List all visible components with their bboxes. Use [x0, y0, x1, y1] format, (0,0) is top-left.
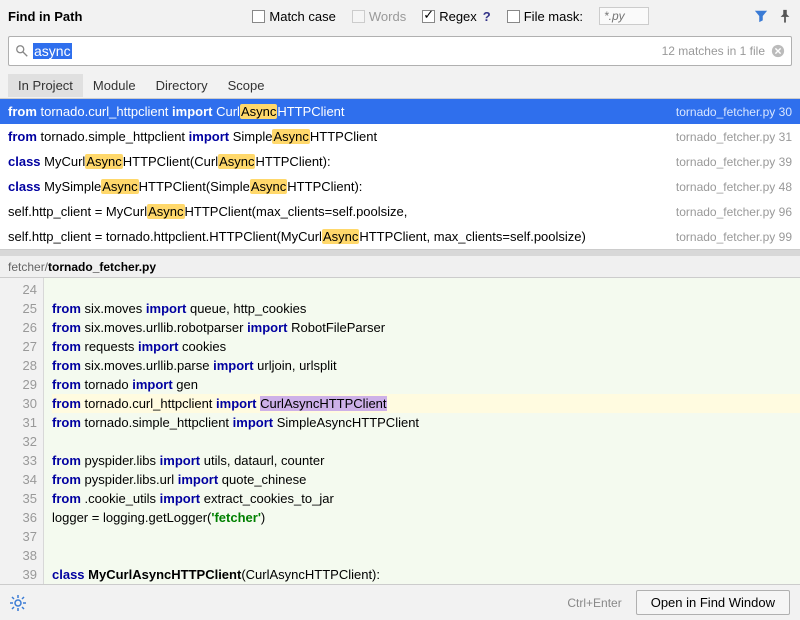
match-case-option[interactable]: Match case — [252, 9, 335, 24]
result-row[interactable]: class MySimpleAsyncHTTPClient(SimpleAsyn… — [0, 174, 800, 199]
checkbox-icon — [422, 10, 435, 23]
tab-scope[interactable]: Scope — [218, 74, 275, 97]
results-list: from tornado.curl_httpclient import Curl… — [0, 98, 800, 250]
scope-tabs: In Project Module Directory Scope — [0, 72, 800, 98]
dialog-title: Find in Path — [8, 9, 82, 24]
tab-in-project[interactable]: In Project — [8, 74, 83, 97]
result-row[interactable]: from tornado.simple_httpclient import Si… — [0, 124, 800, 149]
pin-icon[interactable] — [778, 9, 792, 23]
result-row[interactable]: class MyCurlAsyncHTTPClient(CurlAsyncHTT… — [0, 149, 800, 174]
tab-directory[interactable]: Directory — [146, 74, 218, 97]
shortcut-hint: Ctrl+Enter — [567, 596, 621, 610]
line-gutter: 24252627282930313233343536373839 — [0, 278, 44, 584]
search-input[interactable]: async — [33, 41, 656, 61]
preview-path: fetcher/tornado_fetcher.py — [0, 256, 800, 278]
tab-module[interactable]: Module — [83, 74, 146, 97]
preview-editor[interactable]: 24252627282930313233343536373839 from si… — [0, 278, 800, 584]
search-options: Match case Words Regex? File mask: — [252, 7, 649, 25]
result-row[interactable]: self.http_client = tornado.httpclient.HT… — [0, 224, 800, 249]
checkbox-icon — [507, 10, 520, 23]
file-mask-option[interactable]: File mask: — [507, 9, 583, 24]
filter-icon[interactable] — [754, 9, 768, 23]
file-mask-input[interactable] — [599, 7, 649, 25]
words-option: Words — [352, 9, 406, 24]
title-bar: Find in Path Match case Words Regex? Fil… — [0, 0, 800, 32]
search-icon — [15, 44, 29, 58]
code-area[interactable]: from six.moves import queue, http_cookie… — [44, 278, 800, 584]
result-row[interactable]: from tornado.curl_httpclient import Curl… — [0, 99, 800, 124]
regex-option[interactable]: Regex? — [422, 9, 491, 24]
clear-icon[interactable] — [771, 44, 785, 58]
result-row[interactable]: self.http_client = MyCurlAsyncHTTPClient… — [0, 199, 800, 224]
gear-icon[interactable] — [10, 595, 26, 611]
search-field-row: async 12 matches in 1 file — [8, 36, 792, 66]
help-icon[interactable]: ? — [483, 9, 491, 24]
checkbox-icon — [252, 10, 265, 23]
bottom-bar: Ctrl+Enter Open in Find Window — [0, 584, 800, 620]
checkbox-icon — [352, 10, 365, 23]
open-in-find-window-button[interactable]: Open in Find Window — [636, 590, 790, 615]
match-count: 12 matches in 1 file — [662, 44, 765, 58]
